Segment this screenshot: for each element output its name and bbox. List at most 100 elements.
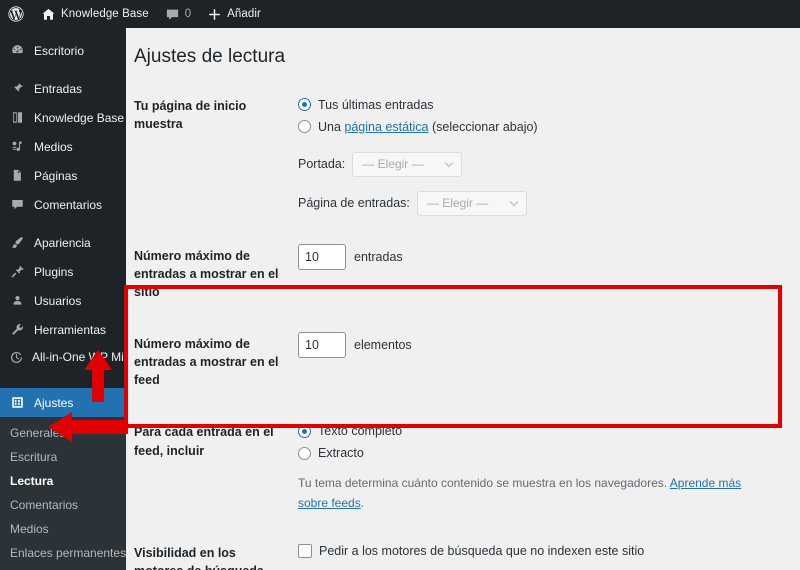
sidebar-item-plugins[interactable]: Plugins (0, 257, 126, 286)
paintbrush-icon (9, 235, 26, 250)
feed-content-description: Tu tema determina cuánto contenido se mu… (298, 474, 770, 512)
submenu-item-escritura[interactable]: Escritura (0, 445, 126, 469)
sidebar-label: Plugins (34, 265, 73, 279)
chevron-down-icon (509, 200, 519, 207)
discourage-search-engines-checkbox[interactable] (298, 544, 312, 558)
wordpress-admin-screen: Knowledge Base 0 Añadir (0, 0, 800, 570)
comment-bubble-icon (165, 7, 180, 22)
posts-per-rss-label: Número máximo de entradas a mostrar en e… (132, 318, 298, 406)
menu-separator (0, 219, 126, 228)
posts-per-page-input[interactable] (298, 244, 346, 270)
pages-icon (9, 168, 26, 183)
sidebar-label: Usuarios (34, 294, 81, 308)
feed-desc-suffix: . (361, 496, 364, 510)
posts-page-value: — Elegir — (427, 194, 488, 213)
sidebar-item-tools[interactable]: Herramientas (0, 315, 126, 344)
dashboard-icon (9, 43, 26, 58)
sidebar-label: Comentarios (34, 198, 102, 212)
settings-sliders-icon (9, 395, 26, 410)
plug-icon (9, 264, 26, 279)
plus-icon (207, 7, 222, 22)
sidebar-label: Knowledge Base (34, 111, 124, 125)
pin-icon (9, 81, 26, 96)
admin-bar: Knowledge Base 0 Añadir (0, 0, 800, 28)
chevron-down-icon (444, 161, 454, 168)
radio-full-text[interactable] (298, 425, 311, 438)
posts-per-rss-row: Número máximo de entradas a mostrar en e… (132, 318, 780, 406)
wrench-icon (9, 322, 26, 337)
settings-content-area: Ajustes de lectura Tu página de inicio m… (126, 28, 800, 570)
submenu-item-lectura[interactable]: Lectura (0, 469, 126, 493)
sidebar-item-knowledge-base[interactable]: Knowledge Base (0, 103, 126, 132)
sidebar-item-dashboard[interactable]: Escritorio (0, 36, 126, 65)
posts-per-page-unit: entradas (354, 247, 403, 267)
front-page-select[interactable]: — Elegir — (352, 152, 462, 177)
radio-latest-posts-label: Tus últimas entradas (318, 95, 434, 115)
posts-per-rss-control: elementos (298, 332, 770, 358)
homepage-display-options: Tus últimas entradas Una página estática… (298, 80, 780, 230)
comment-bubble-icon (9, 197, 26, 212)
radio-static-page[interactable] (298, 120, 311, 133)
new-content-menu[interactable]: Añadir (199, 0, 269, 28)
sidebar-label: Ajustes (34, 396, 73, 410)
site-name-menu[interactable]: Knowledge Base (33, 0, 157, 28)
posts-page-label: Página de entradas: (298, 193, 410, 213)
sidebar-item-comments[interactable]: Comentarios (0, 190, 126, 219)
book-icon (9, 110, 26, 125)
user-icon (9, 293, 26, 308)
sidebar-item-posts[interactable]: Entradas (0, 74, 126, 103)
comments-menu[interactable]: 0 (157, 0, 199, 28)
static-page-link[interactable]: página estática (344, 120, 428, 134)
sidebar-label: Entradas (34, 82, 82, 96)
radio-option-excerpt[interactable]: Extracto (298, 442, 770, 464)
sidebar-item-all-in-one-wp-migration[interactable]: All-in-One WP Migration (0, 344, 126, 388)
posts-per-page-control: entradas (298, 244, 770, 270)
radio-option-full-text[interactable]: Texto completo (298, 420, 770, 442)
posts-per-page-label: Número máximo de entradas a mostrar en e… (132, 230, 298, 318)
discourage-search-engines-label: Pedir a los motores de búsqueda que no i… (319, 541, 644, 561)
menu-separator (0, 65, 126, 74)
feed-content-row: Para cada entrada en el feed, incluir Te… (132, 406, 780, 526)
radio-latest-posts[interactable] (298, 98, 311, 111)
radio-option-latest-posts[interactable]: Tus últimas entradas (298, 94, 770, 116)
posts-per-rss-unit: elementos (354, 335, 412, 355)
radio-excerpt-label: Extracto (318, 443, 364, 463)
submenu-item-comentarios[interactable]: Comentarios (0, 493, 126, 517)
new-content-label: Añadir (227, 8, 261, 20)
sidebar-label: Medios (34, 140, 73, 154)
media-icon (9, 139, 26, 154)
submenu-item-medios[interactable]: Medios (0, 517, 126, 541)
sidebar-item-pages[interactable]: Páginas (0, 161, 126, 190)
sidebar-item-media[interactable]: Medios (0, 132, 126, 161)
radio-option-static-page[interactable]: Una página estática (seleccionar abajo) (298, 116, 770, 138)
sidebar-item-users[interactable]: Usuarios (0, 286, 126, 315)
front-page-select-row: Portada: — Elegir — (298, 152, 770, 177)
wordpress-logo-icon (8, 6, 24, 22)
submenu-item-enlaces-permanentes[interactable]: Enlaces permanentes (0, 541, 126, 565)
front-page-value: — Elegir — (362, 155, 423, 174)
admin-sidebar-menu: Escritorio Entradas Knowledge Base (0, 28, 126, 570)
submenu-item-generales[interactable]: Generales (0, 421, 126, 445)
front-page-label: Portada: (298, 154, 345, 174)
homepage-display-label: Tu página de inicio muestra (132, 80, 298, 230)
migration-icon (9, 350, 24, 365)
sidebar-item-settings[interactable]: Ajustes (0, 388, 126, 417)
sidebar-label: Escritorio (34, 44, 84, 58)
home-icon (41, 7, 56, 22)
radio-full-text-label: Texto completo (318, 421, 402, 441)
sidebar-label: Herramientas (34, 323, 106, 337)
feed-desc-prefix: Tu tema determina cuánto contenido se mu… (298, 476, 670, 490)
comments-count: 0 (185, 8, 191, 20)
homepage-display-row: Tu página de inicio muestra Tus últimas … (132, 80, 780, 230)
page-title: Ajustes de lectura (132, 40, 800, 80)
submenu-item-privacidad[interactable]: Privacidad (0, 565, 126, 570)
posts-per-rss-input[interactable] (298, 332, 346, 358)
wordpress-logo-menu[interactable] (0, 0, 33, 28)
radio-excerpt[interactable] (298, 447, 311, 460)
static-prefix-text: Una (318, 120, 344, 134)
posts-page-select[interactable]: — Elegir — (417, 191, 527, 216)
search-visibility-control[interactable]: Pedir a los motores de búsqueda que no i… (298, 541, 770, 561)
reading-settings-form: Tu página de inicio muestra Tus últimas … (132, 80, 780, 570)
sidebar-item-appearance[interactable]: Apariencia (0, 228, 126, 257)
site-name-label: Knowledge Base (61, 8, 149, 20)
